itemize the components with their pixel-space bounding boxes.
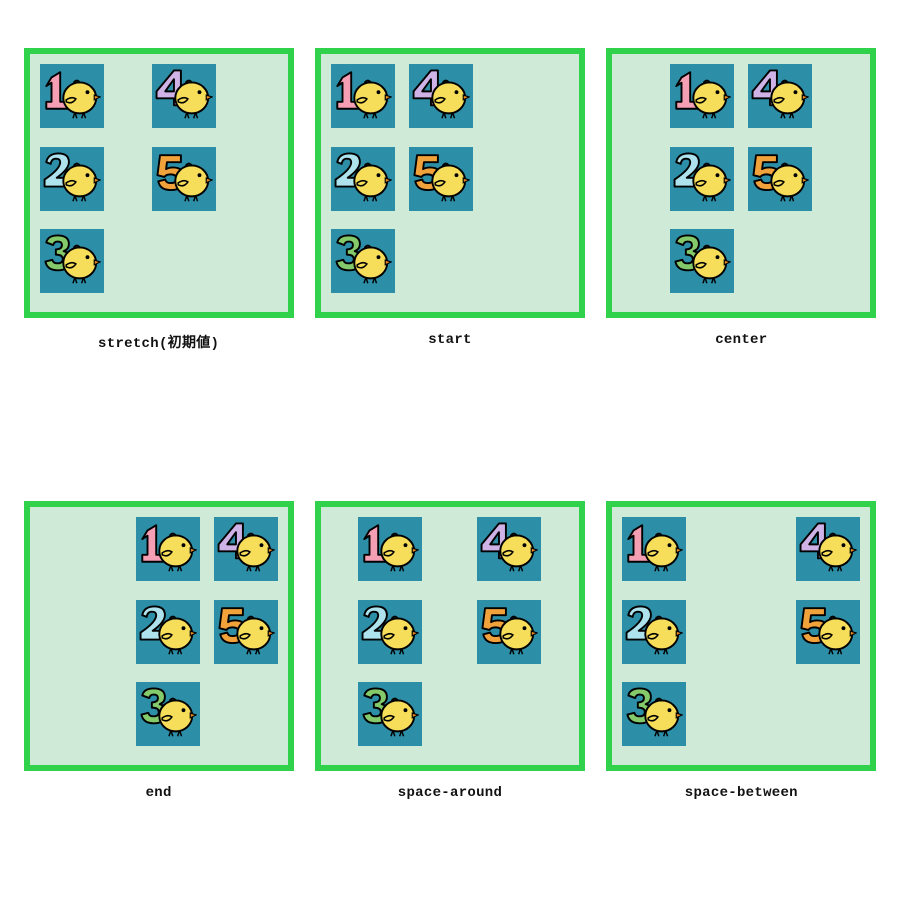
justify-content-diagram: stretch(初期値) start	[0, 0, 900, 900]
grid-item-2	[136, 600, 200, 664]
grid-box	[606, 48, 876, 318]
grid-item-1	[670, 64, 734, 128]
caption: space-around	[398, 785, 502, 801]
grid-item-5	[409, 147, 473, 211]
grid-item-3	[40, 229, 104, 293]
grid-item-4	[214, 517, 278, 581]
grid-item-3	[670, 229, 734, 293]
grid-item-1	[136, 517, 200, 581]
caption: center	[715, 332, 767, 348]
grid-box	[606, 501, 876, 771]
grid-item-4	[796, 517, 860, 581]
caption: space-between	[685, 785, 798, 801]
grid-item-2	[40, 147, 104, 211]
grid-box	[315, 501, 585, 771]
grid-item-5	[796, 600, 860, 664]
grid-item-4	[152, 64, 216, 128]
grid-item-2	[331, 147, 395, 211]
example-center: center	[605, 48, 878, 411]
grid-item-3	[136, 682, 200, 746]
example-stretch: stretch(初期値)	[22, 48, 295, 411]
grid-item-1	[331, 64, 395, 128]
grid-item-5	[748, 147, 812, 211]
grid-item-4	[409, 64, 473, 128]
grid-item-1	[40, 64, 104, 128]
grid-item-2	[358, 600, 422, 664]
grid-item-3	[622, 682, 686, 746]
example-start: start	[313, 48, 586, 411]
grid-item-2	[622, 600, 686, 664]
example-end: end	[22, 501, 295, 860]
grid-item-5	[214, 600, 278, 664]
grid-item-3	[331, 229, 395, 293]
grid-item-1	[622, 517, 686, 581]
grid-item-3	[358, 682, 422, 746]
grid-item-1	[358, 517, 422, 581]
grid-item-4	[477, 517, 541, 581]
grid-item-2	[670, 147, 734, 211]
example-space-around: space-around	[313, 501, 586, 860]
example-space-between: space-between	[605, 501, 878, 860]
caption: stretch(初期値)	[98, 332, 219, 352]
grid-item-4	[748, 64, 812, 128]
caption: end	[146, 785, 172, 801]
grid-box	[24, 48, 294, 318]
grid-box	[315, 48, 585, 318]
grid-box	[24, 501, 294, 771]
grid-item-5	[152, 147, 216, 211]
caption: start	[428, 332, 472, 348]
grid-item-5	[477, 600, 541, 664]
